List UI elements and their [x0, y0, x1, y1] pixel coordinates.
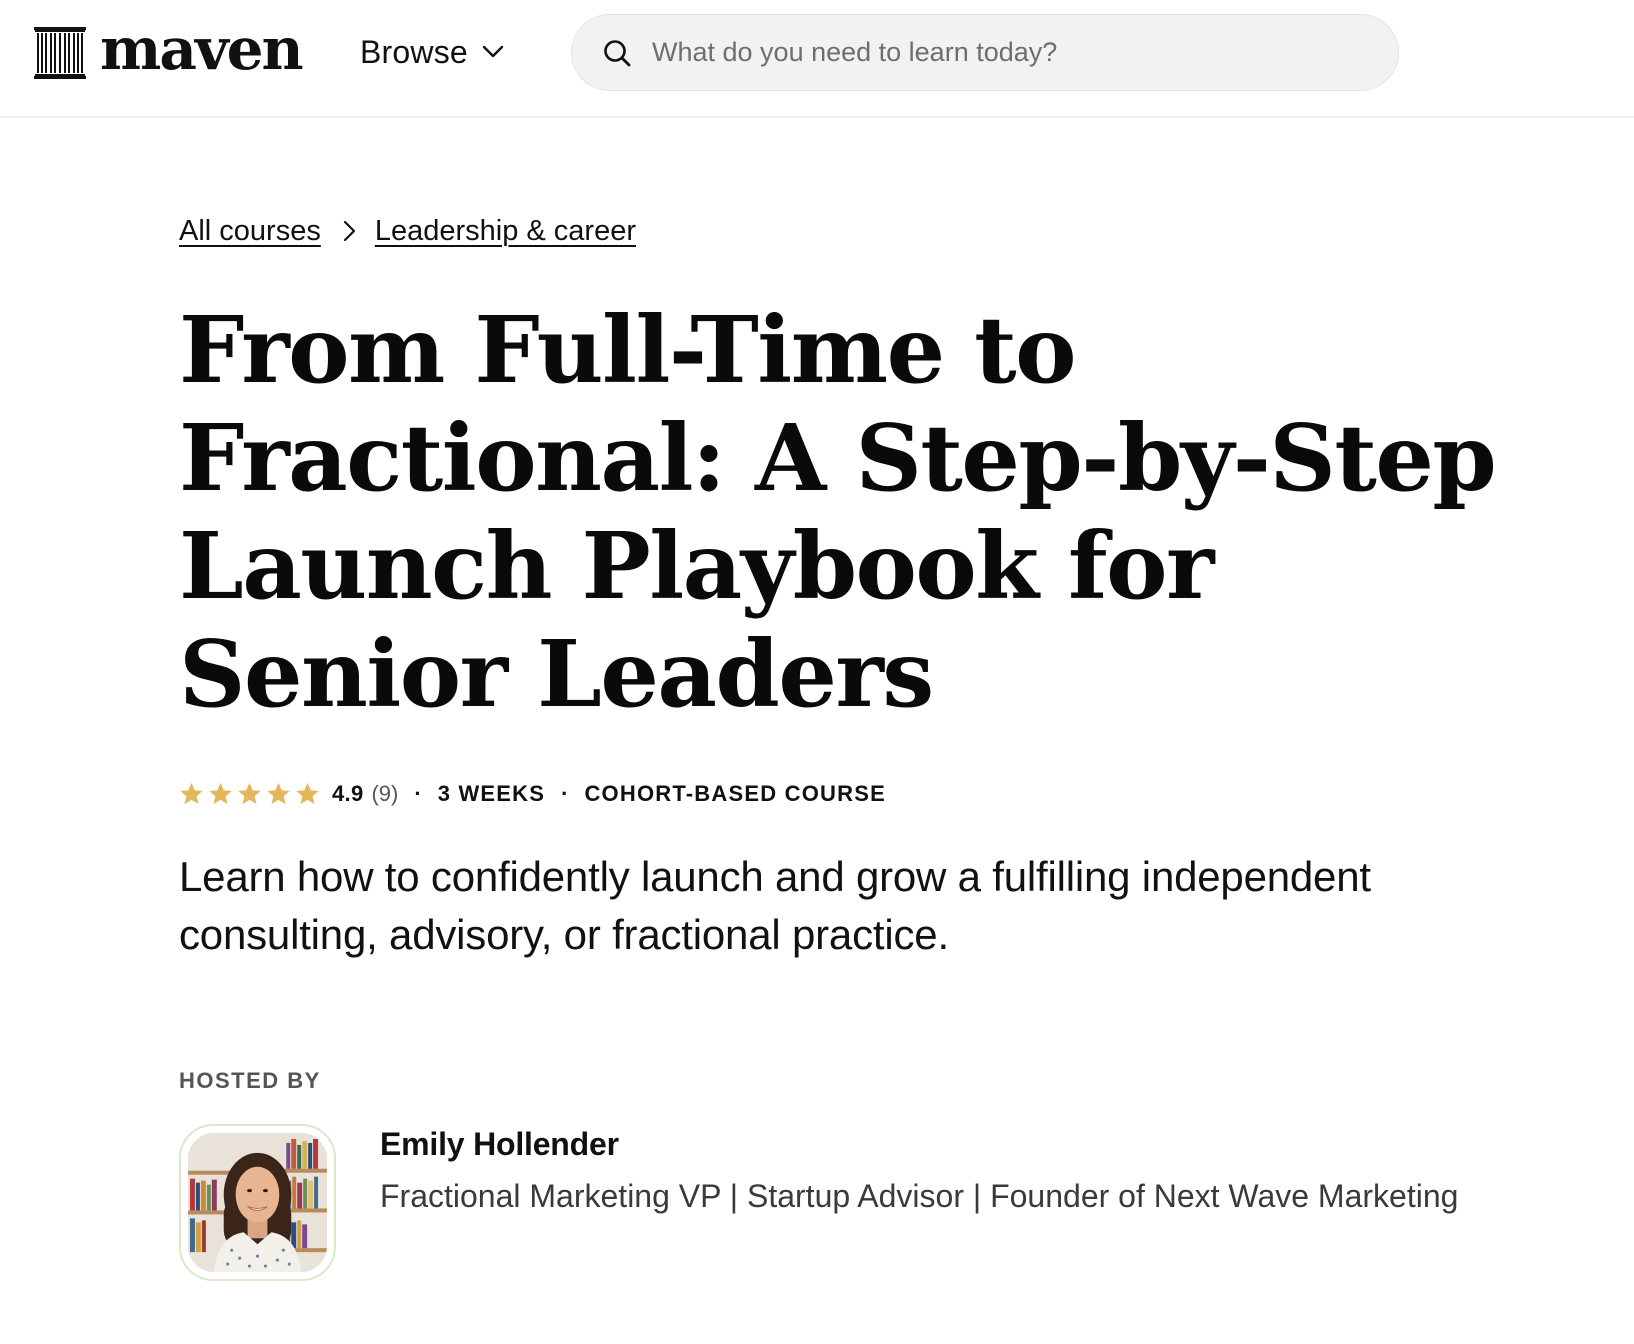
- rating-value: 4.9: [332, 781, 364, 806]
- search-bar[interactable]: [571, 14, 1399, 91]
- breadcrumb-all-courses[interactable]: All courses: [179, 215, 321, 248]
- chevron-right-icon: [343, 220, 355, 242]
- host-card: Emily Hollender Fractional Marketing VP …: [179, 1124, 1599, 1284]
- star-icon: [180, 782, 203, 805]
- meta-separator: ·: [561, 781, 569, 806]
- course-meta: 4.9 (9) · 3 WEEKS · COHORT-BASED COURSE: [179, 774, 886, 814]
- meta-separator: ·: [414, 781, 422, 806]
- rating-stars: [179, 782, 320, 806]
- star-icon: [209, 782, 232, 805]
- course-duration: 3 WEEKS: [437, 781, 546, 806]
- star-icon: [296, 782, 319, 805]
- logo-wordmark: maven: [100, 15, 304, 83]
- host-name[interactable]: Emily Hollender: [380, 1126, 619, 1163]
- host-bio: Fractional Marketing VP | Startup Adviso…: [380, 1178, 1459, 1214]
- breadcrumb: All courses Leadership & career: [179, 206, 636, 256]
- search-icon: [604, 39, 631, 66]
- search-input[interactable]: [652, 22, 1398, 83]
- chevron-down-icon: [482, 45, 504, 58]
- host-avatar[interactable]: [179, 1124, 336, 1281]
- top-navigation-bar: maven Browse: [0, 0, 1634, 118]
- host-avatar-photo: [188, 1133, 327, 1272]
- rating-count[interactable]: (9): [371, 781, 398, 807]
- course-description: Learn how to confidently launch and grow…: [179, 853, 1371, 958]
- hosted-by-label: HOSTED BY: [179, 1068, 321, 1093]
- course-title: From Full-Time to Fractional: A Step-by-…: [179, 296, 1497, 728]
- browse-dropdown[interactable]: Browse: [360, 32, 504, 72]
- breadcrumb-leadership-career[interactable]: Leadership & career: [375, 215, 636, 248]
- maven-logo-link[interactable]: maven: [34, 20, 304, 80]
- course-format: COHORT-BASED COURSE: [584, 781, 886, 806]
- star-icon: [267, 782, 290, 805]
- columns-logo-icon: [34, 27, 86, 79]
- browse-label: Browse: [360, 33, 468, 70]
- star-icon: [238, 782, 261, 805]
